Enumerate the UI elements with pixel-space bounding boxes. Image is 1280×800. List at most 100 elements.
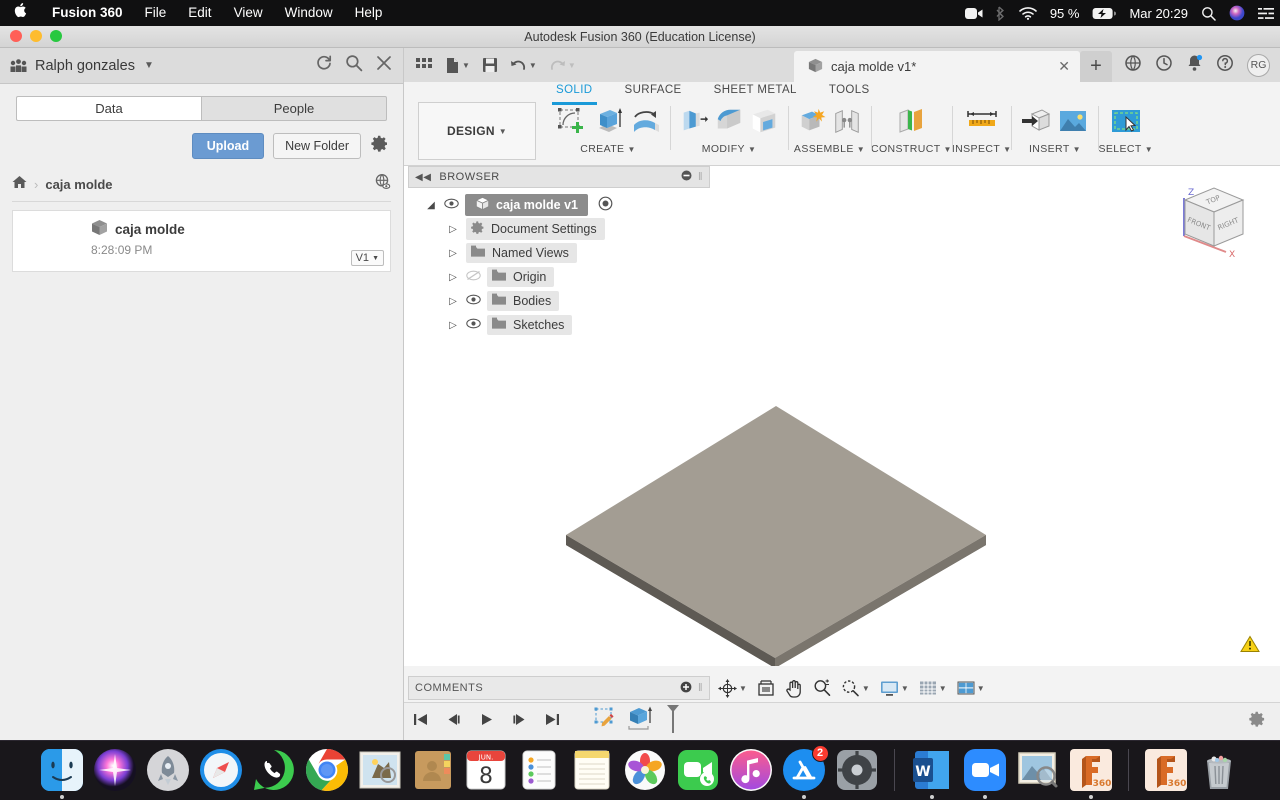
timeline-marker-icon[interactable] — [665, 704, 681, 739]
team-name-label[interactable]: Ralph gonzales — [35, 58, 135, 74]
measure-icon[interactable] — [964, 105, 1000, 142]
workspace-switcher[interactable]: DESIGN ▼ — [418, 102, 536, 160]
ribbon-panel-label-inspect[interactable]: INSPECT ▼ — [952, 143, 1012, 155]
tree-twisty-icon[interactable]: ▷ — [446, 272, 460, 283]
view-cube[interactable]: Z X TOP FRONT RIGHT — [1174, 178, 1252, 265]
insert-canvas-icon[interactable] — [1057, 105, 1089, 142]
undo-icon[interactable]: ▼ — [507, 58, 540, 72]
ribbon-panel-label-create[interactable]: CREATE ▼ — [580, 143, 636, 155]
tree-node-named-views[interactable]: ▷ Named Views — [408, 241, 710, 265]
orbit-icon[interactable]: ▼ — [718, 678, 747, 698]
bluetooth-icon[interactable] — [996, 6, 1006, 21]
control-center-icon[interactable] — [1258, 7, 1274, 20]
tree-node-origin[interactable]: ▷ Origin — [408, 265, 710, 289]
eye-icon[interactable] — [466, 318, 481, 332]
dock-item-safari[interactable] — [199, 748, 243, 792]
pan-icon[interactable] — [785, 679, 803, 698]
gear-icon[interactable] — [1248, 710, 1266, 733]
menu-window[interactable]: Window — [274, 0, 344, 26]
new-document-icon[interactable]: ▼ — [442, 57, 473, 74]
skip-to-start-icon[interactable] — [412, 712, 429, 732]
zoom-button[interactable] — [50, 30, 62, 42]
ribbon-panel-label-modify[interactable]: MODIFY ▼ — [702, 143, 757, 155]
tree-node-root[interactable]: ◢ caja molde v1 — [408, 193, 710, 217]
dock-item-whatsapp[interactable] — [252, 748, 296, 792]
video-camera-icon[interactable] — [964, 7, 983, 20]
new-tab-button[interactable]: + — [1080, 51, 1112, 82]
skip-to-end-icon[interactable] — [544, 712, 561, 732]
tree-node-bodies[interactable]: ▷ Bodies — [408, 289, 710, 313]
dock-item-siri[interactable] — [93, 748, 137, 792]
joint-icon[interactable] — [832, 105, 862, 142]
file-card[interactable]: caja molde 8:28:09 PM V1 ▼ — [12, 210, 391, 272]
eye-icon[interactable] — [444, 198, 459, 212]
app-grid-icon[interactable] — [412, 56, 436, 74]
eye-icon[interactable] — [466, 294, 481, 308]
globe-visibility-icon[interactable] — [374, 173, 391, 195]
apple-logo-icon[interactable] — [0, 2, 41, 25]
breadcrumb-current[interactable]: caja molde — [45, 177, 112, 192]
ribbon-panel-label-select[interactable]: SELECT ▼ — [1098, 143, 1153, 155]
spotlight-search-icon[interactable] — [1201, 6, 1216, 21]
tree-twisty-icon[interactable]: ▷ — [446, 320, 460, 331]
tree-node-chip-root[interactable]: caja molde v1 — [465, 194, 588, 216]
home-icon[interactable] — [12, 175, 27, 194]
menu-help[interactable]: Help — [344, 0, 394, 26]
dock-item-preview[interactable] — [1016, 748, 1060, 792]
press-pull-icon[interactable] — [679, 105, 709, 142]
search-icon[interactable] — [345, 54, 363, 77]
zoom-window-icon[interactable]: ▼ — [841, 679, 870, 697]
offset-plane-icon[interactable] — [895, 105, 927, 142]
collapse-left-icon[interactable]: ◀◀ — [415, 172, 431, 183]
battery-charging-icon[interactable] — [1092, 7, 1117, 20]
step-forward-icon[interactable] — [511, 712, 528, 732]
ribbon-tab-surface[interactable]: SURFACE — [609, 82, 698, 102]
panel-resize-handle[interactable]: ‖ — [698, 171, 703, 183]
ribbon-panel-label-insert[interactable]: INSERT ▼ — [1029, 143, 1081, 155]
dock-item-calendar[interactable]: JUN. 8 — [464, 748, 508, 792]
display-settings-icon[interactable]: ▼ — [880, 680, 909, 697]
siri-icon[interactable] — [1229, 5, 1245, 21]
redo-icon[interactable]: ▼ — [546, 58, 579, 72]
menu-file[interactable]: File — [134, 0, 178, 26]
tree-twisty-icon[interactable]: ▷ — [446, 296, 460, 307]
menu-app-name[interactable]: Fusion 360 — [41, 0, 134, 26]
tree-node-chip[interactable]: Origin — [487, 267, 555, 287]
dock-item-app-store[interactable]: 2 — [782, 744, 829, 799]
version-selector[interactable]: V1 ▼ — [350, 250, 384, 266]
insert-derive-icon[interactable] — [1020, 105, 1052, 142]
extrude-icon[interactable] — [592, 105, 624, 142]
tab-people[interactable]: People — [201, 96, 387, 121]
sketch-feature-icon[interactable] — [593, 706, 619, 737]
dock-item-microsoft-word[interactable]: W — [910, 748, 954, 799]
dock-item-launchpad[interactable] — [146, 748, 190, 792]
menu-view[interactable]: View — [223, 0, 274, 26]
tree-node-chip[interactable]: Document Settings — [466, 218, 605, 240]
dock-item-facetime[interactable] — [676, 748, 720, 792]
step-back-icon[interactable] — [445, 712, 462, 732]
question-mark-icon[interactable] — [1216, 54, 1234, 77]
tree-node-chip[interactable]: Bodies — [487, 291, 560, 311]
chevron-down-icon[interactable]: ▼ — [144, 60, 154, 71]
upload-button[interactable]: Upload — [191, 133, 265, 159]
dock-item-photos[interactable] — [623, 748, 667, 792]
add-comment-icon[interactable] — [680, 681, 692, 696]
globe-clock-icon[interactable] — [1124, 54, 1142, 77]
tree-node-chip[interactable]: Sketches — [487, 315, 573, 335]
dock-item-chrome[interactable] — [305, 748, 349, 792]
tree-node-sketches[interactable]: ▷ Sketches — [408, 313, 710, 337]
bell-icon[interactable] — [1186, 54, 1203, 77]
minimize-button[interactable] — [30, 30, 42, 42]
save-icon[interactable] — [479, 57, 501, 73]
dock-item-music[interactable] — [729, 748, 773, 792]
dock-item-trash[interactable] — [1197, 748, 1241, 792]
tree-twisty-icon[interactable]: ▷ — [446, 248, 460, 259]
zoom-icon[interactable] — [813, 679, 831, 697]
revolve-icon[interactable] — [629, 105, 661, 142]
wifi-icon[interactable] — [1019, 6, 1037, 20]
minus-circle-icon[interactable] — [681, 170, 692, 184]
close-button[interactable] — [10, 30, 22, 42]
dock-item-zoom[interactable] — [963, 748, 1007, 799]
tree-node-document-settings[interactable]: ▷ Document Settings — [408, 217, 710, 241]
avatar[interactable]: RG — [1247, 53, 1270, 77]
